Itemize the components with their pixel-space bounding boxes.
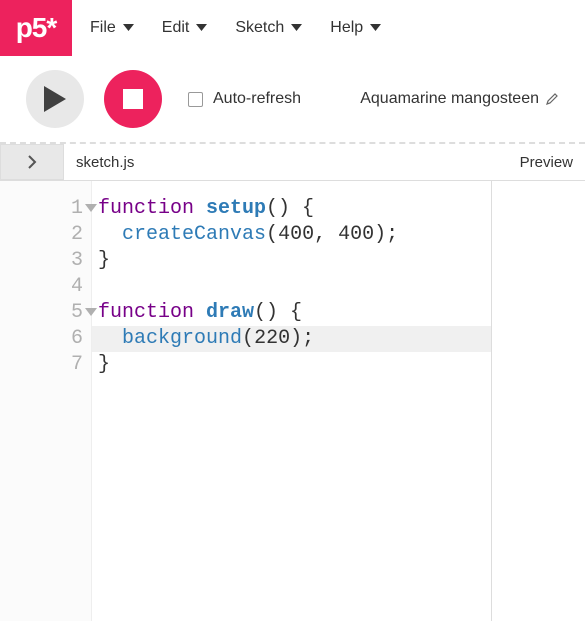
menu-sketch-label: Sketch: [235, 19, 284, 37]
line-number: 4: [0, 274, 91, 300]
chevron-down-icon: [196, 24, 207, 31]
code-content[interactable]: function setup() { createCanvas(400, 400…: [92, 181, 491, 621]
code-line[interactable]: createCanvas(400, 400);: [98, 222, 491, 248]
tab-sketch-file[interactable]: sketch.js: [64, 144, 146, 180]
stop-button[interactable]: [104, 70, 162, 128]
code-line[interactable]: }: [98, 248, 491, 274]
code-line[interactable]: }: [98, 352, 491, 378]
auto-refresh-checkbox[interactable]: [188, 92, 203, 107]
code-line[interactable]: function setup() {: [98, 196, 491, 222]
menu-file-label: File: [90, 19, 116, 37]
line-number: 7: [0, 352, 91, 378]
p5-logo: p5*: [0, 0, 72, 56]
code-line[interactable]: [98, 274, 491, 300]
sketch-name[interactable]: Aquamarine mangosteen: [360, 90, 559, 108]
menu-sketch[interactable]: Sketch: [235, 19, 302, 37]
code-line[interactable]: background(220);: [92, 326, 491, 352]
auto-refresh-label: Auto-refresh: [213, 90, 301, 108]
menu-edit[interactable]: Edit: [162, 19, 208, 37]
line-number: 1: [0, 196, 91, 222]
chevron-right-icon: [27, 155, 37, 169]
chevron-down-icon: [370, 24, 381, 31]
play-icon: [44, 86, 66, 112]
line-number: 6: [0, 326, 91, 352]
sketch-name-text: Aquamarine mangosteen: [360, 90, 539, 108]
menu-list: File Edit Sketch Help: [72, 0, 381, 55]
menu-help-label: Help: [330, 19, 363, 37]
file-tab-label: sketch.js: [76, 154, 134, 171]
code-editor[interactable]: 1234567 function setup() { createCanvas(…: [0, 181, 492, 621]
line-number: 5: [0, 300, 91, 326]
sidebar-expand-button[interactable]: [0, 144, 64, 180]
line-number: 2: [0, 222, 91, 248]
toolbar: Auto-refresh Aquamarine mangosteen: [0, 56, 585, 144]
chevron-down-icon: [291, 24, 302, 31]
fold-icon[interactable]: [85, 204, 97, 212]
fold-icon[interactable]: [85, 308, 97, 316]
play-button[interactable]: [26, 70, 84, 128]
top-menubar: p5* File Edit Sketch Help: [0, 0, 585, 56]
chevron-down-icon: [123, 24, 134, 31]
pencil-icon: [545, 92, 559, 106]
editor-area: 1234567 function setup() { createCanvas(…: [0, 180, 585, 621]
preview-label: Preview: [508, 144, 585, 180]
auto-refresh-toggle[interactable]: Auto-refresh: [188, 90, 301, 108]
code-line[interactable]: function draw() {: [98, 300, 491, 326]
menu-help[interactable]: Help: [330, 19, 381, 37]
tab-row: sketch.js Preview: [0, 144, 585, 180]
preview-text: Preview: [520, 154, 573, 171]
line-gutter: 1234567: [0, 181, 92, 621]
menu-edit-label: Edit: [162, 19, 190, 37]
menu-file[interactable]: File: [90, 19, 134, 37]
stop-icon: [123, 89, 143, 109]
line-number: 3: [0, 248, 91, 274]
